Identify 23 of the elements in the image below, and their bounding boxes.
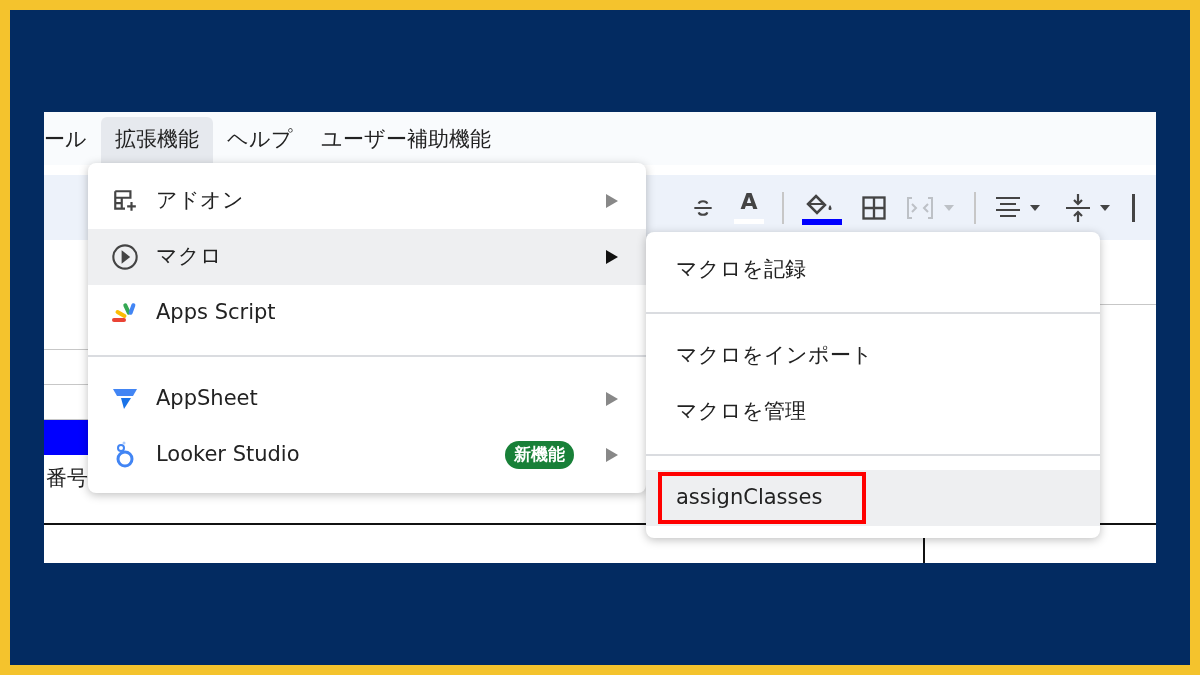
arrow-logo-icon [112,387,138,411]
menu-item[interactable]: Apps Script [88,285,646,341]
cell-text: 番号 [46,465,88,492]
menu-item[interactable]: マクロ [88,229,646,285]
text-color-button[interactable]: A [734,191,764,224]
submenu-item[interactable]: マクロを記録 [646,242,1100,298]
borders-icon[interactable] [860,193,888,222]
new-badge: 新機能 [505,441,574,469]
menu-bar-item[interactable]: 拡張機能 [101,117,213,163]
submenu-item[interactable]: マクロをインポート [646,328,1100,384]
play-circle-icon [111,243,139,271]
menu-item[interactable]: AppSheet [88,371,646,427]
menu-bar-item[interactable]: ヘルプ [213,117,307,163]
menu-item[interactable]: Looker Studio 新機能 [88,427,646,483]
menu-item[interactable]: アドオン [88,173,646,229]
menu-bar-item[interactable]: ール [44,117,101,163]
add-on-icon [112,188,138,214]
submenu-item[interactable]: マクロを管理 [646,384,1100,440]
highlight-frame: assignClasses [658,472,867,524]
filled-cell [44,420,88,455]
menu-bar-item[interactable]: ユーザー補助機能 [307,117,505,163]
circle-logo-icon [114,441,136,469]
submenu-item[interactable]: assignClasses [646,470,1100,526]
